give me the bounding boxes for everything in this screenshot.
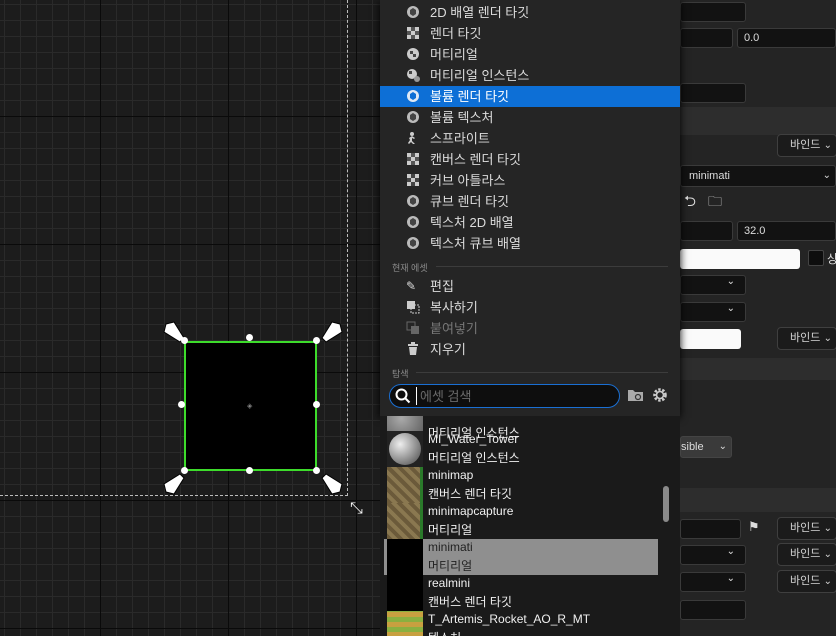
menu-item-texture-cube-array[interactable]: 텍스처 큐브 배열 — [380, 233, 680, 254]
render-target-icon — [407, 216, 419, 228]
menu-item-material[interactable]: 머티리얼 — [380, 44, 680, 65]
menu-item-copy[interactable]: 복사하기 — [380, 297, 680, 318]
color-swatch-2[interactable] — [680, 329, 741, 349]
resize-handle-top[interactable] — [246, 334, 253, 341]
trash-icon — [408, 342, 418, 355]
menu-item-cube-render-target[interactable]: 큐브 렌더 타깃 — [380, 191, 680, 212]
detail-field-4[interactable] — [680, 600, 746, 620]
section-label-current-asset: 현재 에셋 — [392, 263, 428, 273]
detail-section-header[interactable] — [680, 107, 836, 135]
checkbox-label: 상 — [827, 252, 836, 266]
bind-button-5[interactable]: 바인드 ⌄ — [777, 570, 836, 593]
menu-item-volume-texture[interactable]: 볼륨 텍스처 — [380, 107, 680, 128]
asset-row[interactable]: MI_Water_Tower 머티리얼 인스턴스 — [384, 431, 658, 467]
pencil-icon: ✎ — [406, 279, 417, 293]
asset-thumbnail — [387, 503, 423, 539]
detail-dropdown-3[interactable]: ⌄ — [680, 545, 746, 565]
detail-section-header-2[interactable] — [680, 358, 836, 380]
asset-thumbnail — [387, 431, 423, 467]
section-divider — [416, 372, 668, 373]
section-label-browse: 탐색 — [392, 369, 409, 379]
detail-field-3[interactable] — [680, 519, 741, 539]
bind-button-3[interactable]: 바인드 ⌄ — [777, 517, 836, 540]
menu-item-texture-2d-array[interactable]: 텍스처 2D 배열 — [380, 212, 680, 233]
menu-item-render-target[interactable]: 렌더 타깃 — [380, 23, 680, 44]
render-target-icon — [407, 195, 419, 207]
menu-item-canvas-render-target[interactable]: 캔버스 렌더 타깃 — [380, 149, 680, 170]
menu-item-2d-array-render-target[interactable]: 2D 배열 렌더 타깃 — [380, 2, 680, 23]
flag-icon[interactable]: ⚑ — [748, 519, 760, 535]
resize-handle-right[interactable] — [313, 401, 320, 408]
use-selected-icon[interactable]: ⮌ — [684, 191, 696, 216]
checker-icon — [407, 153, 419, 165]
asset-thumbnail — [387, 539, 423, 575]
section-divider — [436, 266, 668, 267]
settings-gear-icon[interactable] — [652, 387, 668, 403]
size-y-field[interactable]: 32.0 — [737, 221, 836, 241]
pivot-icon: ◈ — [247, 403, 253, 410]
search-icon — [395, 388, 411, 404]
menu-item-clear[interactable]: 지우기 — [380, 339, 680, 360]
render-target-icon — [407, 90, 419, 102]
detail-field-x[interactable] — [680, 28, 733, 48]
detail-dropdown-4[interactable]: ⌄ — [680, 572, 746, 592]
menu-item-material-instance[interactable]: 머티리얼 인스턴스 — [380, 65, 680, 86]
asset-picker-menu: 2D 배열 렌더 타깃 렌더 타깃 머티리얼 머티리얼 인스턴스 볼륨 렌더 타… — [380, 0, 680, 416]
resize-handle-top-left[interactable] — [181, 337, 188, 344]
resize-handle-bottom-right[interactable] — [313, 467, 320, 474]
detail-field-2[interactable] — [680, 83, 746, 103]
anchor-top-right-icon[interactable] — [314, 320, 344, 350]
material-dropdown[interactable]: minimati ⌄ — [680, 165, 836, 187]
asset-list-scrollbar[interactable] — [663, 486, 669, 522]
asset-thumbnail — [387, 611, 423, 636]
detail-field-1[interactable] — [680, 2, 746, 22]
visibility-dropdown[interactable]: sible ⌄ — [680, 436, 732, 458]
bind-button-1[interactable]: 바인드 ⌄ — [777, 134, 836, 157]
detail-dropdown-1[interactable]: ⌄ — [680, 275, 746, 295]
menu-item-curve-atlas[interactable]: 커브 아틀라스 — [380, 170, 680, 191]
resize-handle-left[interactable] — [178, 401, 185, 408]
detail-section-header-3[interactable] — [680, 488, 836, 512]
paste-icon — [406, 321, 419, 334]
asset-search-input[interactable] — [416, 387, 612, 405]
sprite-icon — [408, 132, 415, 144]
render-target-icon — [407, 111, 419, 123]
checker-icon — [407, 174, 419, 186]
canvas-boundary-vertical — [347, 0, 348, 496]
asset-row[interactable]: minimapcapture 머티리얼 — [384, 503, 658, 539]
asset-row[interactable]: minimap 캔버스 렌더 타깃 — [384, 467, 658, 503]
asset-thumbnail — [387, 575, 423, 611]
menu-item-paste[interactable]: 붙여넣기 — [380, 318, 680, 339]
render-target-icon — [407, 237, 419, 249]
bind-button-4[interactable]: 바인드 ⌄ — [777, 543, 836, 566]
browse-folder-icon[interactable] — [627, 388, 644, 403]
copy-icon — [407, 301, 420, 314]
canvas-resize-icon[interactable]: ⤡ — [350, 500, 363, 518]
detail-field-zero[interactable]: 0.0 — [737, 28, 836, 48]
render-target-icon — [407, 6, 419, 18]
menu-item-volume-render-target[interactable]: 볼륨 렌더 타깃 — [380, 86, 680, 107]
tint-color-swatch[interactable] — [680, 249, 800, 269]
bind-button-2[interactable]: 바인드 ⌄ — [777, 327, 836, 350]
size-x-field[interactable] — [680, 221, 733, 241]
menu-item-edit[interactable]: ✎ 편집 — [380, 276, 680, 297]
material-ball-icon — [407, 48, 419, 60]
resize-handle-top-right[interactable] — [313, 337, 320, 344]
menu-item-sprite[interactable]: 스프라이트 — [380, 128, 680, 149]
asset-list[interactable]: 머티리얼 인스턴스 MI_Water_Tower 머티리얼 인스턴스 minim… — [380, 416, 680, 636]
asset-row[interactable]: T_Artemis_Rocket_AO_R_MT 텍스처 — [384, 611, 658, 636]
browse-asset-icon[interactable]: 🗀 — [708, 191, 722, 215]
detail-dropdown-2[interactable]: ⌄ — [680, 302, 746, 322]
asset-row-selected[interactable]: minimati 머티리얼 — [384, 539, 658, 575]
asset-search-box[interactable] — [389, 384, 620, 408]
asset-thumbnail — [387, 467, 423, 503]
asset-row[interactable]: realmini 캔버스 렌더 타깃 — [384, 575, 658, 611]
checkbox[interactable] — [808, 250, 824, 266]
material-instance-icon — [407, 69, 420, 82]
resize-handle-bottom-left[interactable] — [181, 467, 188, 474]
resize-handle-bottom[interactable] — [246, 467, 253, 474]
checker-icon — [407, 27, 419, 39]
